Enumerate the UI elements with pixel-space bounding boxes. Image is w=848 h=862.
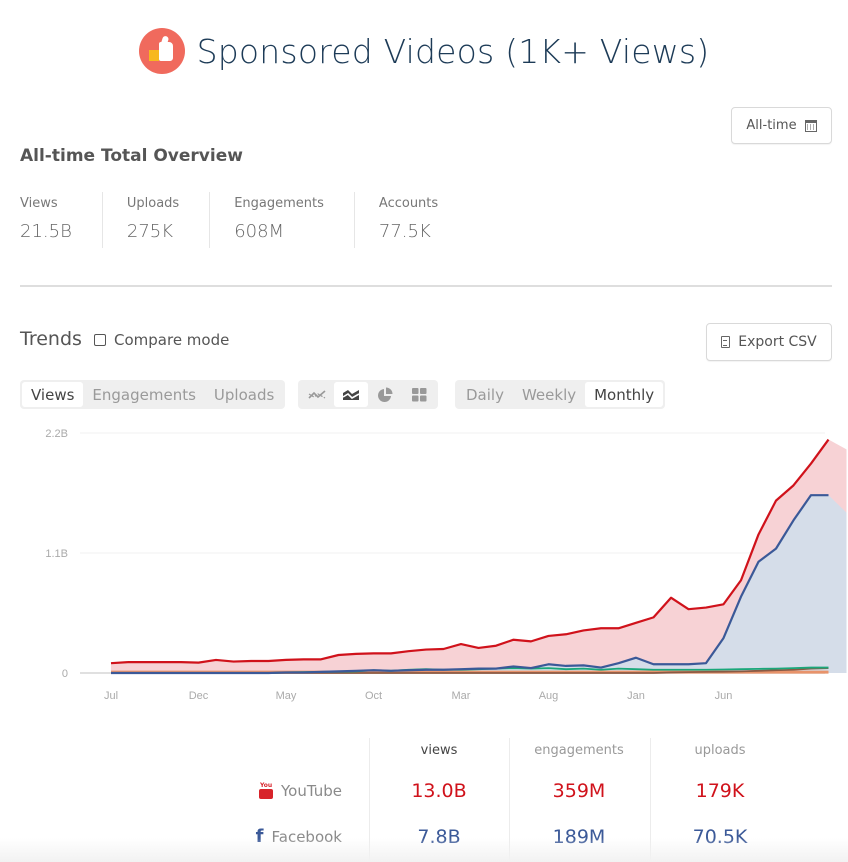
pie-chart-icon — [378, 387, 393, 402]
tab-monthly[interactable]: Monthly — [585, 382, 664, 407]
table-row-facebook: f Facebook 7.8B 189M 70.5K — [0, 814, 848, 860]
metric-tabs: Views Engagements Uploads — [20, 380, 286, 409]
x-tick-label: Mar — [452, 690, 471, 702]
stat-value: 77.5K — [378, 221, 431, 242]
stat-value: 608M — [234, 221, 285, 242]
line-chart-icon — [308, 389, 326, 399]
platform-breakdown-table: views engagements uploads You YouTube 13… — [0, 738, 848, 862]
chart-type-grid[interactable] — [402, 382, 436, 407]
trends-title: Trends — [20, 328, 82, 350]
x-tick-label: May — [276, 690, 297, 702]
stat-views: Views 21.5B — [20, 192, 103, 248]
stat-accounts: Accounts 77.5K — [379, 192, 468, 248]
document-icon — [721, 336, 731, 348]
area-chart-icon — [342, 390, 360, 400]
compare-mode-toggle[interactable]: Compare mode — [94, 331, 229, 349]
overview-title: All-time Total Overview — [20, 146, 243, 166]
y-tick-label: 2.2B — [45, 428, 68, 440]
export-csv-label: Export CSV — [738, 334, 817, 350]
platform-label: You YouTube — [259, 768, 342, 814]
x-tick-label: Jan — [627, 690, 645, 702]
table-header-row: views engagements uploads — [0, 738, 848, 768]
overview-stats: Views 21.5B Uploads 275K Engagements 608… — [20, 192, 492, 248]
y-tick-label: 0 — [62, 668, 68, 680]
chart-type-tabs — [298, 380, 438, 409]
page-title: Sponsored Videos (1K+ Views) — [196, 31, 710, 71]
stat-label: Views — [20, 196, 58, 211]
youtube-uploads: 179K — [695, 780, 745, 802]
platform-label: f Facebook — [256, 814, 342, 860]
export-csv-button[interactable]: Export CSV — [706, 323, 832, 361]
stat-engagements: Engagements 608M — [234, 192, 355, 248]
facebook-views: 7.8B — [417, 826, 461, 848]
platform-name: Facebook — [271, 828, 342, 846]
facebook-area — [111, 495, 847, 673]
section-divider — [20, 285, 832, 287]
tab-uploads[interactable]: Uploads — [205, 382, 283, 407]
tab-daily[interactable]: Daily — [457, 382, 513, 407]
compare-mode-checkbox[interactable] — [94, 334, 106, 346]
facebook-icon: f — [255, 826, 264, 847]
stat-label: Accounts — [378, 196, 439, 211]
thumbs-up-icon — [138, 28, 185, 74]
platform-name: YouTube — [281, 782, 342, 800]
x-tick-label: Jul — [104, 690, 118, 702]
date-range-label: All-time — [746, 118, 797, 133]
tab-views[interactable]: Views — [22, 382, 84, 407]
table-row-youtube: You YouTube 13.0B 359M 179K — [0, 768, 848, 814]
x-tick-label: Aug — [539, 690, 559, 702]
column-header-views[interactable]: views — [369, 738, 509, 762]
views-trend-chart: 0 1.1B 2.2B Jul Dec May Oct Mar Aug Jan Jun — [0, 420, 848, 710]
column-header-engagements[interactable]: engagements — [509, 738, 649, 762]
chart-type-pie[interactable] — [368, 382, 402, 407]
youtube-views: 13.0B — [411, 780, 467, 802]
youtube-icon: You — [259, 782, 273, 800]
facebook-uploads: 70.5K — [692, 826, 748, 848]
stat-value: 275K — [126, 221, 174, 242]
date-range-button[interactable]: All-time — [731, 107, 832, 144]
stat-value: 21.5B — [20, 221, 72, 242]
column-header-uploads[interactable]: uploads — [650, 738, 790, 762]
page-header: Sponsored Videos (1K+ Views) — [0, 28, 848, 74]
grid-icon — [411, 387, 426, 401]
chart-type-line[interactable] — [300, 382, 334, 407]
stat-label: Engagements — [234, 196, 324, 211]
x-tick-label: Jun — [715, 690, 733, 702]
facebook-engagements: 189M — [552, 826, 606, 848]
tab-weekly[interactable]: Weekly — [513, 382, 585, 407]
x-tick-label: Dec — [189, 690, 209, 702]
stat-label: Uploads — [126, 196, 180, 211]
youtube-engagements: 359M — [552, 780, 606, 802]
period-tabs: Daily Weekly Monthly — [455, 380, 666, 409]
x-tick-label: Oct — [365, 690, 382, 702]
stat-uploads: Uploads 275K — [126, 192, 211, 248]
chart-svg: 0 1.1B 2.2B Jul Dec May Oct Mar Aug Jan Jun — [45, 428, 847, 702]
tab-engagements[interactable]: Engagements — [83, 382, 205, 407]
compare-mode-label: Compare mode — [114, 331, 230, 349]
calendar-icon — [804, 119, 817, 132]
chart-type-area[interactable] — [334, 382, 368, 407]
y-tick-label: 1.1B — [45, 548, 68, 560]
